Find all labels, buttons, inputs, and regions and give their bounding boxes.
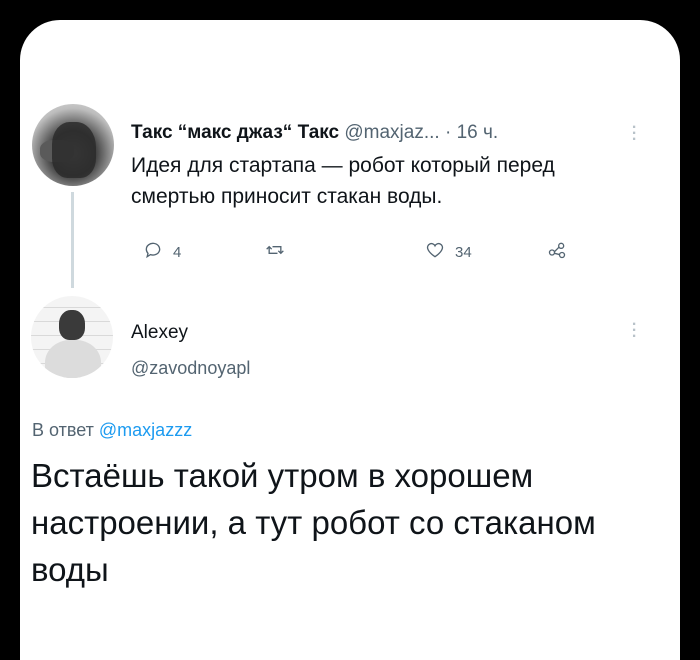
reply-to-line: В ответ @maxjazzz xyxy=(32,420,192,441)
like-count: 34 xyxy=(455,243,472,261)
more-options-icon[interactable]: · · · xyxy=(630,120,638,148)
tweet1-display-name[interactable]: Такс “макс джаз“ Такс xyxy=(131,122,339,143)
tweet1-header: Такс “макс джаз“ Такс @maxjaz... · 16 ч. xyxy=(131,122,498,144)
more-options-icon[interactable]: · · · xyxy=(630,317,638,345)
share-button[interactable] xyxy=(547,240,567,264)
thread-connector-line xyxy=(71,192,74,288)
retweet-button[interactable] xyxy=(265,240,295,264)
tweet1-text: Идея для стартапа — робот который перед … xyxy=(131,154,555,208)
reply-button[interactable]: 4 xyxy=(143,240,181,264)
tweet1-handle[interactable]: @maxjaz... xyxy=(344,122,439,143)
tweet2-handle[interactable]: @zavodnoyapl xyxy=(131,358,250,379)
reply-prefix: В ответ xyxy=(32,420,94,440)
like-button[interactable]: 34 xyxy=(425,240,472,264)
comment-icon xyxy=(143,240,163,264)
tweet1-time[interactable]: · 16 ч. xyxy=(445,122,498,143)
tweet2-avatar[interactable] xyxy=(31,296,113,378)
tweet1-actions: 4 34 xyxy=(131,240,601,264)
share-icon xyxy=(547,240,567,264)
heart-icon xyxy=(425,240,445,264)
tweet1-avatar[interactable] xyxy=(32,104,114,186)
retweet-icon xyxy=(265,240,285,264)
tweet2-display-name[interactable]: Alexey xyxy=(131,322,188,344)
tweet2-text: Встаёшь такой утром в хорошем настроении… xyxy=(31,457,596,588)
reply-to-handle-link[interactable]: @maxjazzz xyxy=(99,420,192,440)
reply-count: 4 xyxy=(173,243,182,261)
